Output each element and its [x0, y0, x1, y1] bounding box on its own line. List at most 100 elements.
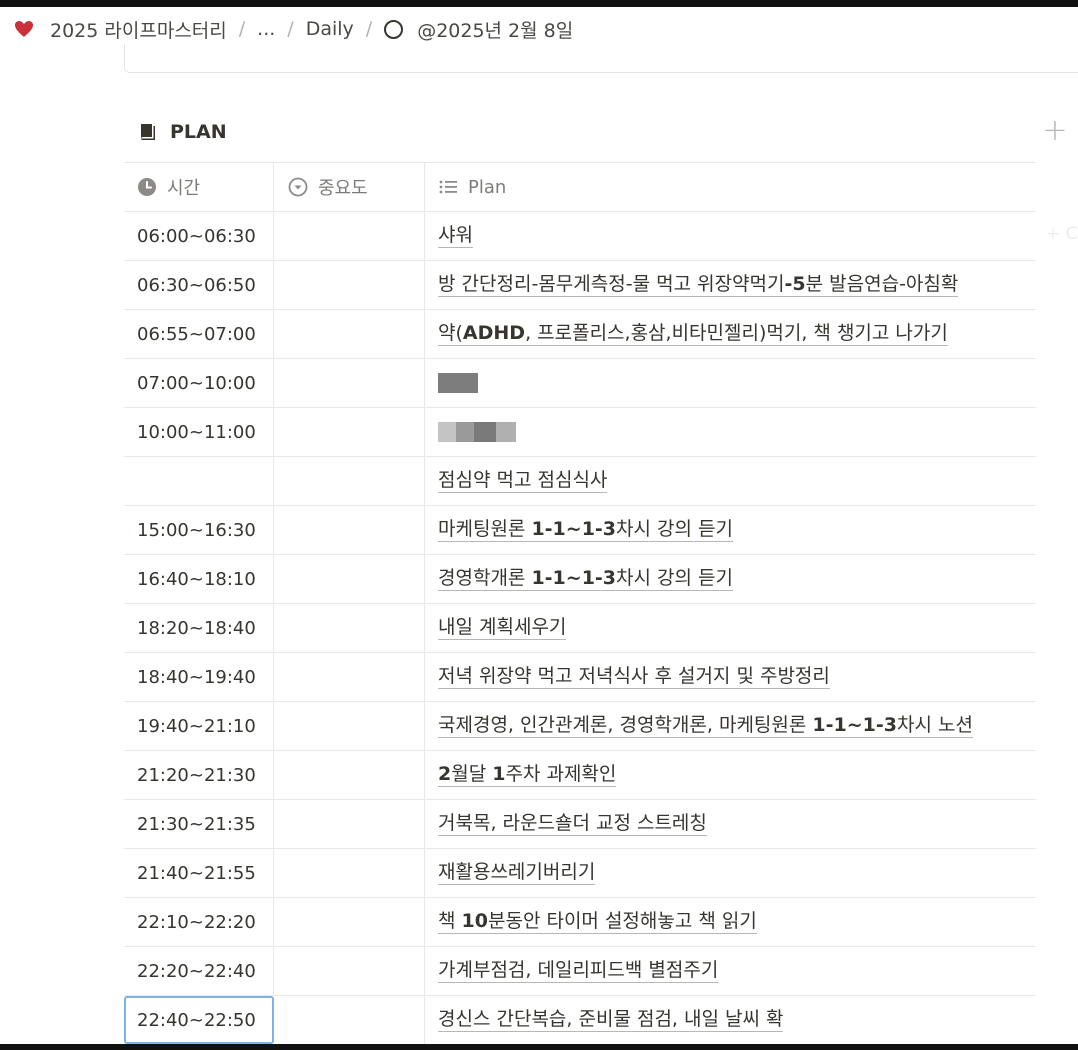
time-cell[interactable]: 06:30~06:50 — [124, 261, 274, 309]
plan-text: 경영학개론 1-1~1-3차시 강의 듣기 — [438, 567, 733, 591]
plan-text: 약(ADHD, 프로폴리스,홍삼,비타민젤리)먹기, 책 챙기고 나가기 — [438, 322, 948, 346]
time-cell[interactable]: 16:40~18:10 — [124, 555, 274, 603]
table-row[interactable]: 21:30~21:35 거북목, 라운드숄더 교정 스트레칭 — [124, 800, 1036, 849]
table-row[interactable]: 10:00~11:00 — [124, 408, 1036, 457]
circle-icon — [384, 19, 404, 39]
plan-cell[interactable]: 경영학개론 1-1~1-3차시 강의 듣기 — [425, 555, 1036, 603]
plan-cell[interactable]: 내일 계획세우기 — [425, 604, 1036, 652]
priority-cell[interactable] — [274, 947, 425, 995]
priority-cell[interactable] — [274, 408, 425, 456]
priority-cell[interactable] — [274, 359, 425, 407]
priority-cell[interactable] — [274, 849, 425, 897]
clock-icon — [138, 178, 156, 196]
breadcrumb-separator: / — [287, 18, 294, 40]
time-cell[interactable]: 15:00~16:30 — [124, 506, 274, 554]
table-row[interactable]: 15:00~16:30 마케팅원론 1-1~1-3차시 강의 듣기 — [124, 506, 1036, 555]
bottom-frame-edge — [0, 1044, 1078, 1050]
breadcrumb-workspace[interactable]: 2025 라이프마스터리 — [46, 16, 231, 43]
column-header-label: 중요도 — [318, 178, 368, 199]
table-row[interactable]: 06:00~06:30 샤워 — [124, 212, 1036, 261]
column-header-plan[interactable]: Plan — [425, 163, 1036, 211]
add-view-button[interactable]: + — [1042, 116, 1068, 146]
table-row[interactable]: 18:20~18:40 내일 계획세우기 — [124, 604, 1036, 653]
table-header: 시간 중요도 Plan — [124, 162, 1036, 212]
plan-cell-redacted[interactable] — [425, 359, 1036, 407]
plan-cell[interactable]: 샤워 — [425, 212, 1036, 260]
plan-cell[interactable]: 재활용쓰레기버리기 — [425, 849, 1036, 897]
priority-cell[interactable] — [274, 555, 425, 603]
table-row[interactable]: 16:40~18:10 경영학개론 1-1~1-3차시 강의 듣기 — [124, 555, 1036, 604]
table-row[interactable]: 06:55~07:00 약(ADHD, 프로폴리스,홍삼,비타민젤리)먹기, 책… — [124, 310, 1036, 359]
plan-table: 시간 중요도 Plan 06:00~06:30 샤워 06:30~06:50 방… — [124, 162, 1036, 1045]
priority-cell[interactable] — [274, 898, 425, 946]
column-header-time[interactable]: 시간 — [124, 163, 274, 211]
plan-cell[interactable]: 거북목, 라운드숄더 교정 스트레칭 — [425, 800, 1036, 848]
time-cell[interactable]: 21:20~21:30 — [124, 751, 274, 799]
time-cell[interactable]: 22:20~22:40 — [124, 947, 274, 995]
time-cell[interactable]: 22:10~22:20 — [124, 898, 274, 946]
priority-cell[interactable] — [274, 996, 425, 1044]
plan-text: 가계부점검, 데일리피드백 별점주기 — [438, 959, 719, 983]
plan-cell[interactable]: 마케팅원론 1-1~1-3차시 강의 듣기 — [425, 506, 1036, 554]
plan-cell[interactable]: 가계부점검, 데일리피드백 별점주기 — [425, 947, 1036, 995]
priority-cell[interactable] — [274, 310, 425, 358]
time-cell[interactable]: 19:40~21:10 — [124, 702, 274, 750]
column-header-label: 시간 — [167, 178, 201, 199]
time-cell[interactable]: 06:00~06:30 — [124, 212, 274, 260]
priority-cell[interactable] — [274, 702, 425, 750]
heart-icon — [14, 18, 36, 40]
table-row[interactable]: 21:20~21:30 2월달 1주차 과제확인 — [124, 751, 1036, 800]
time-cell[interactable]: 18:20~18:40 — [124, 604, 274, 652]
plan-cell-redacted[interactable] — [425, 408, 1036, 456]
column-header-priority[interactable]: 중요도 — [274, 163, 425, 211]
priority-cell[interactable] — [274, 261, 425, 309]
table-row[interactable]: 21:40~21:55 재활용쓰레기버리기 — [124, 849, 1036, 898]
table-row[interactable]: 06:30~06:50 방 간단정리-몸무게측정-물 먹고 위장약먹기-5분 발… — [124, 261, 1036, 310]
priority-cell[interactable] — [274, 457, 425, 505]
table-row[interactable]: 22:20~22:40 가계부점검, 데일리피드백 별점주기 — [124, 947, 1036, 996]
priority-cell[interactable] — [274, 506, 425, 554]
time-cell[interactable]: 10:00~11:00 — [124, 408, 274, 456]
time-cell-selected[interactable]: 22:40~22:50 — [124, 996, 274, 1044]
time-cell[interactable]: 21:40~21:55 — [124, 849, 274, 897]
plan-text: 국제경영, 인간관계론, 경영학개론, 마케팅원론 1-1~1-3차시 노션 — [438, 714, 973, 738]
breadcrumb-ellipsis[interactable]: ... — [253, 18, 279, 40]
plan-cell[interactable]: 점심약 먹고 점심식사 — [425, 457, 1036, 505]
faded-edge-text: + C — [1046, 224, 1078, 244]
plan-cell[interactable]: 책 10분동안 타이머 설정해놓고 책 읽기 — [425, 898, 1036, 946]
database-title[interactable]: PLAN — [138, 118, 227, 146]
table-row[interactable]: 18:40~19:40 저녁 위장약 먹고 저녁식사 후 설거지 및 주방정리 — [124, 653, 1036, 702]
breadcrumb-section[interactable]: Daily — [302, 18, 358, 40]
plan-cell[interactable]: 저녁 위장약 먹고 저녁식사 후 설거지 및 주방정리 — [425, 653, 1036, 701]
plan-text: 경신스 간단복습, 준비물 점검, 내일 날씨 확 — [438, 1008, 784, 1032]
breadcrumb: 2025 라이프마스터리 / ... / Daily / @2025년 2월 8… — [14, 16, 577, 42]
plan-cell[interactable]: 국제경영, 인간관계론, 경영학개론, 마케팅원론 1-1~1-3차시 노션 — [425, 702, 1036, 750]
table-row[interactable]: 19:40~21:10 국제경영, 인간관계론, 경영학개론, 마케팅원론 1-… — [124, 702, 1036, 751]
redacted-text — [438, 422, 456, 442]
time-cell[interactable]: 21:30~21:35 — [124, 800, 274, 848]
time-cell[interactable]: 06:55~07:00 — [124, 310, 274, 358]
priority-cell[interactable] — [274, 604, 425, 652]
table-row[interactable]: 점심약 먹고 점심식사 — [124, 457, 1036, 506]
plan-text: 내일 계획세우기 — [438, 616, 567, 640]
plan-cell[interactable]: 경신스 간단복습, 준비물 점검, 내일 날씨 확 — [425, 996, 1036, 1044]
priority-cell[interactable] — [274, 653, 425, 701]
priority-cell[interactable] — [274, 800, 425, 848]
priority-cell[interactable] — [274, 212, 425, 260]
column-header-label: Plan — [468, 176, 507, 198]
plan-cell[interactable]: 방 간단정리-몸무게측정-물 먹고 위장약먹기-5분 발음연습-아침확 — [425, 261, 1036, 309]
breadcrumb-page[interactable]: @2025년 2월 8일 — [413, 16, 577, 43]
plan-cell[interactable]: 약(ADHD, 프로폴리스,홍삼,비타민젤리)먹기, 책 챙기고 나가기 — [425, 310, 1036, 358]
table-row[interactable]: 07:00~10:00 — [124, 359, 1036, 408]
plan-text: 마케팅원론 1-1~1-3차시 강의 듣기 — [438, 518, 733, 542]
time-cell[interactable] — [124, 457, 274, 505]
time-cell[interactable]: 07:00~10:00 — [124, 359, 274, 407]
table-row[interactable]: 22:40~22:50 경신스 간단복습, 준비물 점검, 내일 날씨 확 — [124, 996, 1036, 1045]
time-cell[interactable]: 18:40~19:40 — [124, 653, 274, 701]
priority-cell[interactable] — [274, 751, 425, 799]
book-icon — [141, 124, 155, 140]
table-row[interactable]: 22:10~22:20 책 10분동안 타이머 설정해놓고 책 읽기 — [124, 898, 1036, 947]
breadcrumb-separator: / — [365, 18, 373, 40]
plan-text: 점심약 먹고 점심식사 — [438, 469, 608, 493]
plan-cell[interactable]: 2월달 1주차 과제확인 — [425, 751, 1036, 799]
